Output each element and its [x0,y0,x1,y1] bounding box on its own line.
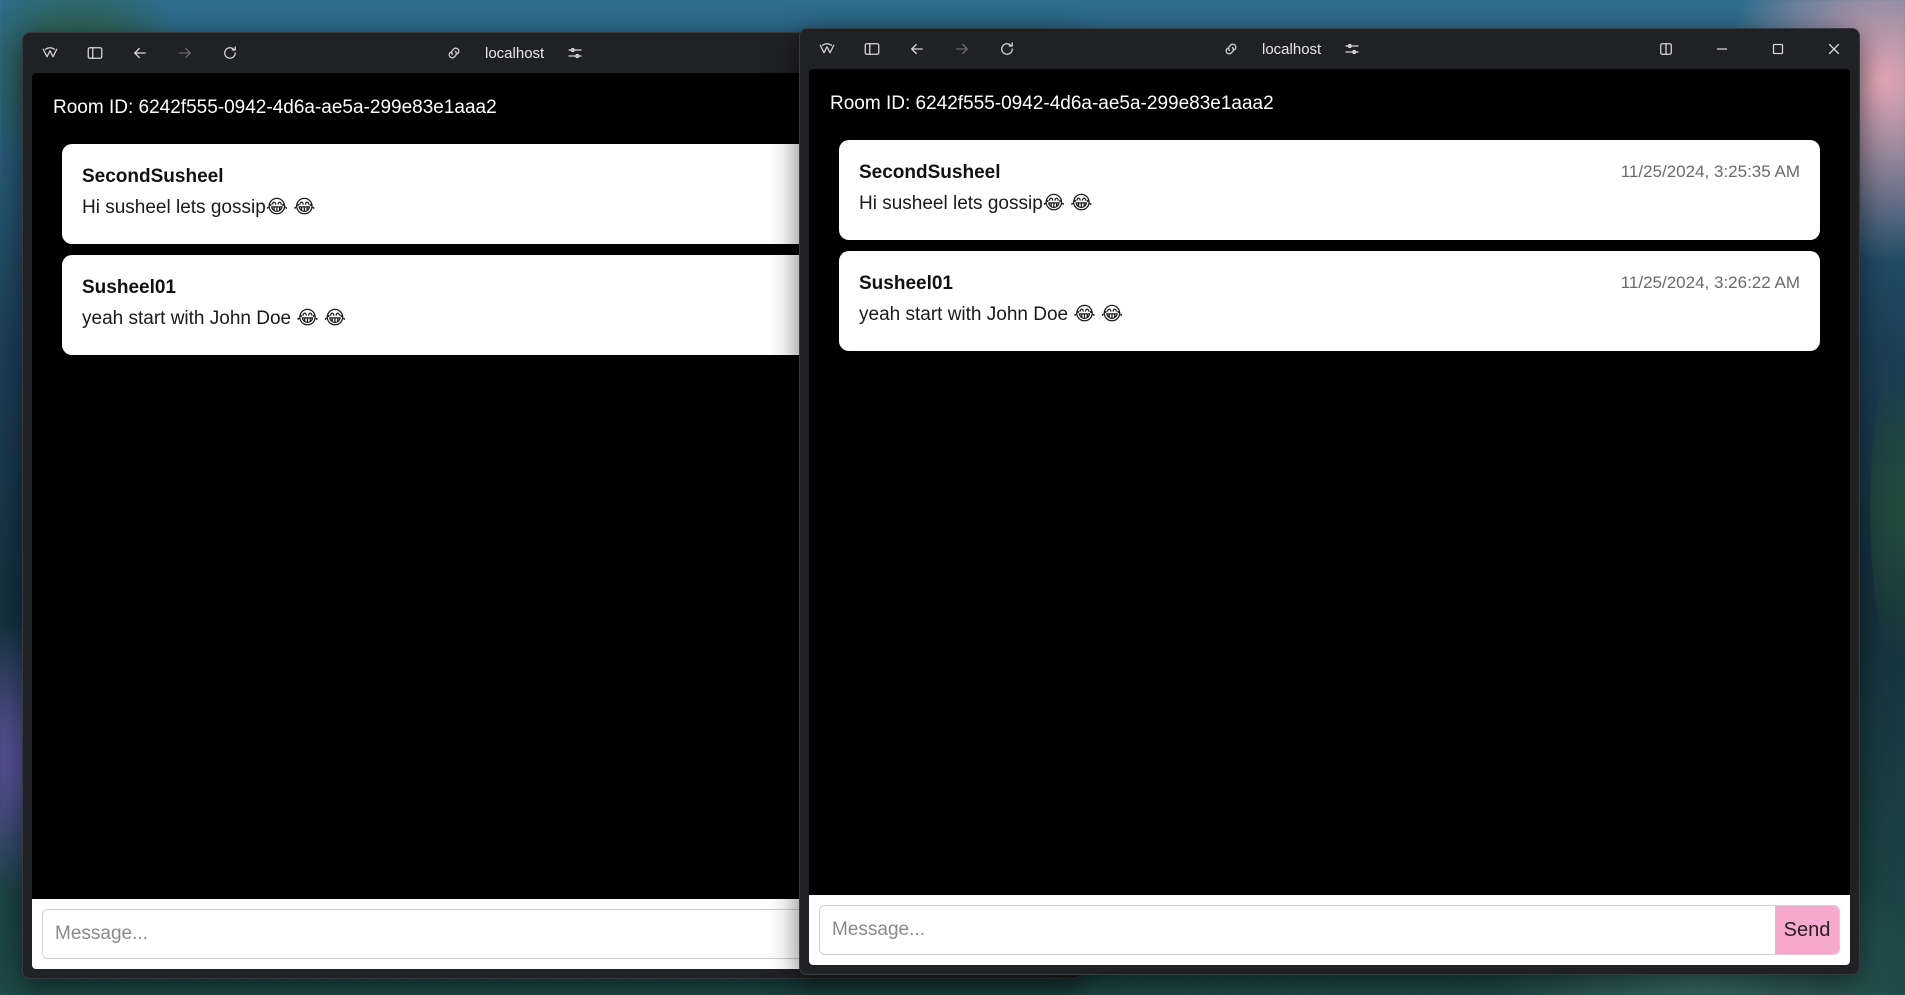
message-list: SecondSusheel Hi susheel lets gossip😂 😂 … [839,140,1820,362]
reload-icon[interactable] [996,38,1018,60]
address-bar[interactable]: localhost [443,42,586,64]
room-id: Room ID: 6242f555-0942-4d6a-ae5a-299e83e… [53,97,497,118]
composer-field: Send [819,905,1840,955]
message-input[interactable] [820,906,1775,954]
address-text[interactable]: localhost [1254,41,1329,58]
message-text: yeah start with John Doe 😂 😂 [859,304,1124,325]
message-text: Hi susheel lets gossip😂 😂 [859,193,1093,214]
browser-logo-icon[interactable] [816,38,838,60]
title-bar: localhost [800,29,1859,69]
message-timestamp: 11/25/2024, 3:26:22 AM [1620,273,1800,292]
navigation-controls [39,42,241,64]
close-icon[interactable] [1823,38,1845,60]
navigation-controls [816,38,1018,60]
wallpaper-plant [1870,300,1905,720]
split-view-icon[interactable] [1655,38,1677,60]
reload-icon[interactable] [219,42,241,64]
message-card: Susheel01 yeah start with John Doe 😂 😂 1… [839,251,1820,351]
maximize-icon[interactable] [1767,38,1789,60]
send-button[interactable]: Send [1775,906,1839,954]
page-content: Room ID: 6242f555-0942-4d6a-ae5a-299e83e… [809,69,1850,965]
arrow-right-icon[interactable] [174,42,196,64]
arrow-right-icon[interactable] [951,38,973,60]
arrow-left-icon[interactable] [906,38,928,60]
sliders-icon[interactable] [564,42,586,64]
minimize-icon[interactable] [1711,38,1733,60]
sidebar-toggle-icon[interactable] [861,38,883,60]
arrow-left-icon[interactable] [129,42,151,64]
message-timestamp: 11/25/2024, 3:25:35 AM [1620,162,1800,181]
room-id: Room ID: 6242f555-0942-4d6a-ae5a-299e83e… [830,93,1274,114]
browser-window-right: localhost Room ID: 6242f555-0942-4d6a-ae… [799,28,1860,975]
address-text[interactable]: localhost [477,45,552,62]
sliders-icon[interactable] [1341,38,1363,60]
sidebar-toggle-icon[interactable] [84,42,106,64]
browser-logo-icon[interactable] [39,42,61,64]
address-bar[interactable]: localhost [1220,38,1363,60]
window-controls [1655,38,1845,60]
link-icon [443,42,465,64]
message-composer: Send [809,895,1850,965]
link-icon [1220,38,1242,60]
message-card: SecondSusheel Hi susheel lets gossip😂 😂 … [839,140,1820,240]
